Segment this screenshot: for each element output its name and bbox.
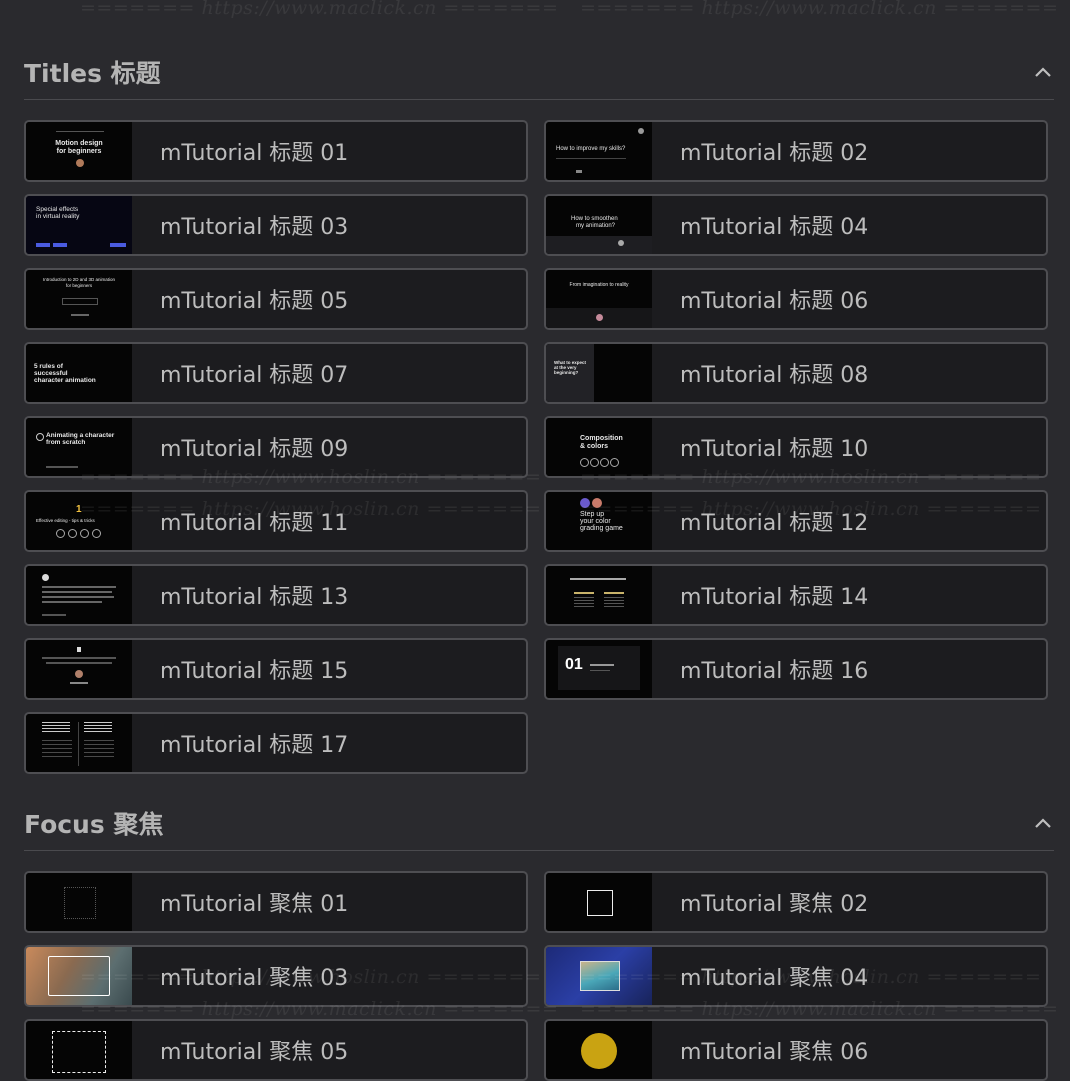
item-label: mTutorial 聚焦 03 [160, 966, 349, 991]
thumb-text: in virtual reality [36, 213, 80, 220]
item-label: mTutorial 标题 10 [680, 437, 869, 462]
thumb-text: & colors [580, 443, 609, 450]
section-header[interactable]: Titles 标题 [24, 44, 1054, 100]
thumb-text: How to smoothen [571, 216, 618, 222]
focus-item-02[interactable]: mTutorial 聚焦 02 [544, 871, 1048, 933]
title-item-15[interactable]: mTutorial 标题 15 [24, 638, 528, 700]
focus-item-01[interactable]: mTutorial 聚焦 01 [24, 871, 528, 933]
focus-item-03[interactable]: mTutorial 聚焦 03 [24, 945, 528, 1007]
item-label: mTutorial 标题 07 [160, 363, 349, 388]
thumbnail: 01 [546, 640, 652, 698]
section-title: Titles 标题 [24, 58, 161, 88]
item-label: mTutorial 标题 03 [160, 215, 349, 240]
thumbnail: Introduction to 2D and 3D animation for … [26, 270, 132, 328]
chevron-up-icon[interactable] [1032, 812, 1054, 834]
item-label: mTutorial 标题 08 [680, 363, 869, 388]
thumbnail: 5 rules of successful character animatio… [26, 344, 132, 402]
thumbnail [546, 947, 652, 1005]
thumb-text: 01 [565, 656, 583, 673]
item-label: mTutorial 聚焦 02 [680, 892, 869, 917]
title-item-17[interactable]: mTutorial 标题 17 [24, 712, 528, 774]
item-label: mTutorial 标题 04 [680, 215, 869, 240]
thumb-text: Composition [580, 435, 623, 442]
title-item-13[interactable]: mTutorial 标题 13 [24, 564, 528, 626]
item-label: mTutorial 标题 13 [160, 585, 349, 610]
thumbnail [546, 873, 652, 931]
thumbnail [26, 1021, 132, 1079]
focus-item-06[interactable]: mTutorial 聚焦 06 [544, 1019, 1048, 1081]
item-label: mTutorial 标题 06 [680, 289, 869, 314]
title-item-16[interactable]: 01 mTutorial 标题 16 [544, 638, 1048, 700]
thumbnail [546, 1021, 652, 1079]
section-title: Focus 聚焦 [24, 809, 164, 839]
thumb-text: for beginners [65, 283, 93, 288]
thumbnail: Motion design for beginners [26, 122, 132, 180]
focus-item-04[interactable]: mTutorial 聚焦 04 [544, 945, 1048, 1007]
item-label: mTutorial 标题 15 [160, 659, 349, 684]
thumbnail [26, 640, 132, 698]
item-label: mTutorial 聚焦 01 [160, 892, 349, 917]
thumbnail [26, 566, 132, 624]
item-label: mTutorial 标题 11 [160, 511, 349, 536]
thumb-text: Effective editing - tips & tricks [36, 518, 95, 523]
thumbnail [26, 714, 132, 772]
thumbnail: How to improve my skills? [546, 122, 652, 180]
thumb-text: Introduction to 2D and 3D animation [42, 277, 116, 282]
thumb-text: beginning? [554, 370, 579, 375]
thumb-text: my animation? [576, 223, 616, 229]
titles-grid: Motion design for beginners mTutorial 标题… [24, 120, 1054, 774]
title-item-09[interactable]: Animating a character from scratch mTuto… [24, 416, 528, 478]
thumbnail: From imagination to reality [546, 270, 652, 328]
watermark-text: ======= https://www.maclick.cn ======= [580, 0, 1059, 19]
focus-section: Focus 聚焦 mTutorial 聚焦 01 mTutorial 聚焦 02… [24, 795, 1054, 1081]
watermark-text: ======= https://www.maclick.cn ======= [80, 0, 559, 19]
thumb-text: Motion design [55, 140, 103, 147]
thumbnail: Special effects in virtual reality [26, 196, 132, 254]
thumb-text: 1 [76, 504, 82, 515]
title-item-08[interactable]: What to expect at the very beginning? mT… [544, 342, 1048, 404]
title-item-02[interactable]: How to improve my skills? mTutorial 标题 0… [544, 120, 1048, 182]
section-header[interactable]: Focus 聚焦 [24, 795, 1054, 851]
item-label: mTutorial 标题 05 [160, 289, 349, 314]
thumb-text: character animation [34, 377, 96, 384]
title-item-06[interactable]: From imagination to reality mTutorial 标题… [544, 268, 1048, 330]
item-label: mTutorial 聚焦 05 [160, 1040, 349, 1065]
thumbnail [26, 947, 132, 1005]
titles-section: Titles 标题 Motion design for beginners mT… [24, 44, 1054, 774]
thumbnail: Composition & colors [546, 418, 652, 476]
thumbnail: Animating a character from scratch [26, 418, 132, 476]
title-item-01[interactable]: Motion design for beginners mTutorial 标题… [24, 120, 528, 182]
thumb-text: How to improve my skills? [556, 146, 626, 152]
thumbnail: 1 Effective editing - tips & tricks [26, 492, 132, 550]
item-label: mTutorial 标题 01 [160, 141, 349, 166]
title-item-12[interactable]: Step up your color grading game mTutoria… [544, 490, 1048, 552]
item-label: mTutorial 标题 16 [680, 659, 869, 684]
thumb-text: from scratch [46, 439, 86, 446]
thumbnail: Step up your color grading game [546, 492, 652, 550]
title-item-14[interactable]: mTutorial 标题 14 [544, 564, 1048, 626]
item-label: mTutorial 标题 09 [160, 437, 349, 462]
focus-item-05[interactable]: mTutorial 聚焦 05 [24, 1019, 528, 1081]
item-label: mTutorial 聚焦 04 [680, 966, 869, 991]
chevron-up-icon[interactable] [1032, 61, 1054, 83]
item-label: mTutorial 标题 02 [680, 141, 869, 166]
title-item-10[interactable]: Composition & colors mTutorial 标题 10 [544, 416, 1048, 478]
item-label: mTutorial 标题 14 [680, 585, 869, 610]
item-label: mTutorial 标题 17 [160, 733, 349, 758]
item-label: mTutorial 标题 12 [680, 511, 869, 536]
title-item-03[interactable]: Special effects in virtual reality mTuto… [24, 194, 528, 256]
thumbnail [26, 873, 132, 931]
title-item-04[interactable]: How to smoothen my animation? mTutorial … [544, 194, 1048, 256]
thumb-text: for beginners [56, 148, 102, 155]
title-item-05[interactable]: Introduction to 2D and 3D animation for … [24, 268, 528, 330]
thumb-text: From imagination to reality [569, 282, 629, 288]
thumbnail: How to smoothen my animation? [546, 196, 652, 254]
thumbnail [546, 566, 652, 624]
thumb-text: grading game [580, 525, 623, 532]
title-item-07[interactable]: 5 rules of successful character animatio… [24, 342, 528, 404]
thumbnail: What to expect at the very beginning? [546, 344, 652, 402]
item-label: mTutorial 聚焦 06 [680, 1040, 869, 1065]
focus-grid: mTutorial 聚焦 01 mTutorial 聚焦 02 mTutoria… [24, 871, 1054, 1081]
title-item-11[interactable]: 1 Effective editing - tips & tricks mTut… [24, 490, 528, 552]
